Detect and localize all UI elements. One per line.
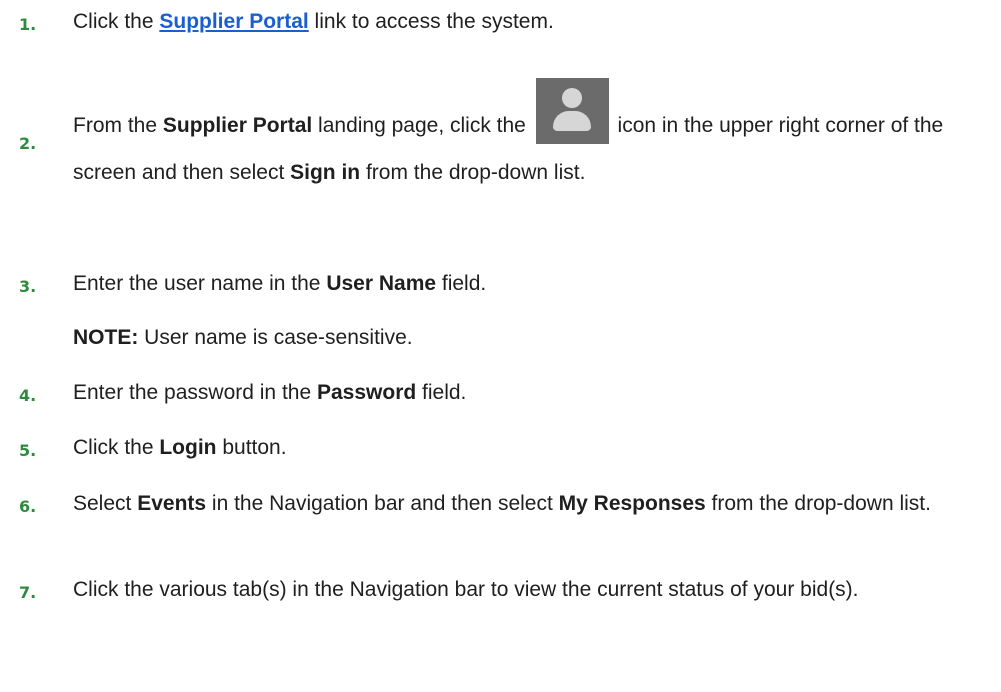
step-text: From the Supplier Portal landing page, c… [73,78,988,196]
step-number: 4. [19,386,37,405]
step-text: Select Events in the Navigation bar and … [73,492,931,515]
bold-term: Supplier Portal [162,114,313,137]
bold-term: User Name [326,272,437,295]
bold-term: My Responses [558,492,706,515]
step-number: 3. [19,277,37,296]
step-text: Click the Supplier Portal link to access… [73,10,554,33]
step-number: 6. [19,497,37,516]
step-text: Enter the user name in the User Name fie… [73,272,487,295]
step-number: 7. [19,583,37,602]
step-text: Click the Login button. [73,436,287,459]
note-label: NOTE: [73,326,139,349]
step-text: Enter the password in the Password field… [73,381,467,404]
note-text: NOTE: User name is case-sensitive. [73,326,413,349]
user-icon [535,78,609,144]
step-number: 5. [19,441,37,460]
supplier-portal-link[interactable]: Supplier Portal [159,10,308,33]
bold-term: Login [159,436,217,459]
step-text: Click the various tab(s) in the Navigati… [73,578,859,601]
bold-term: Password [316,381,417,404]
bold-term: Events [137,492,207,515]
step-number: 1. [19,15,37,34]
bold-term: Sign in [290,161,361,184]
step-number: 2. [19,134,37,153]
